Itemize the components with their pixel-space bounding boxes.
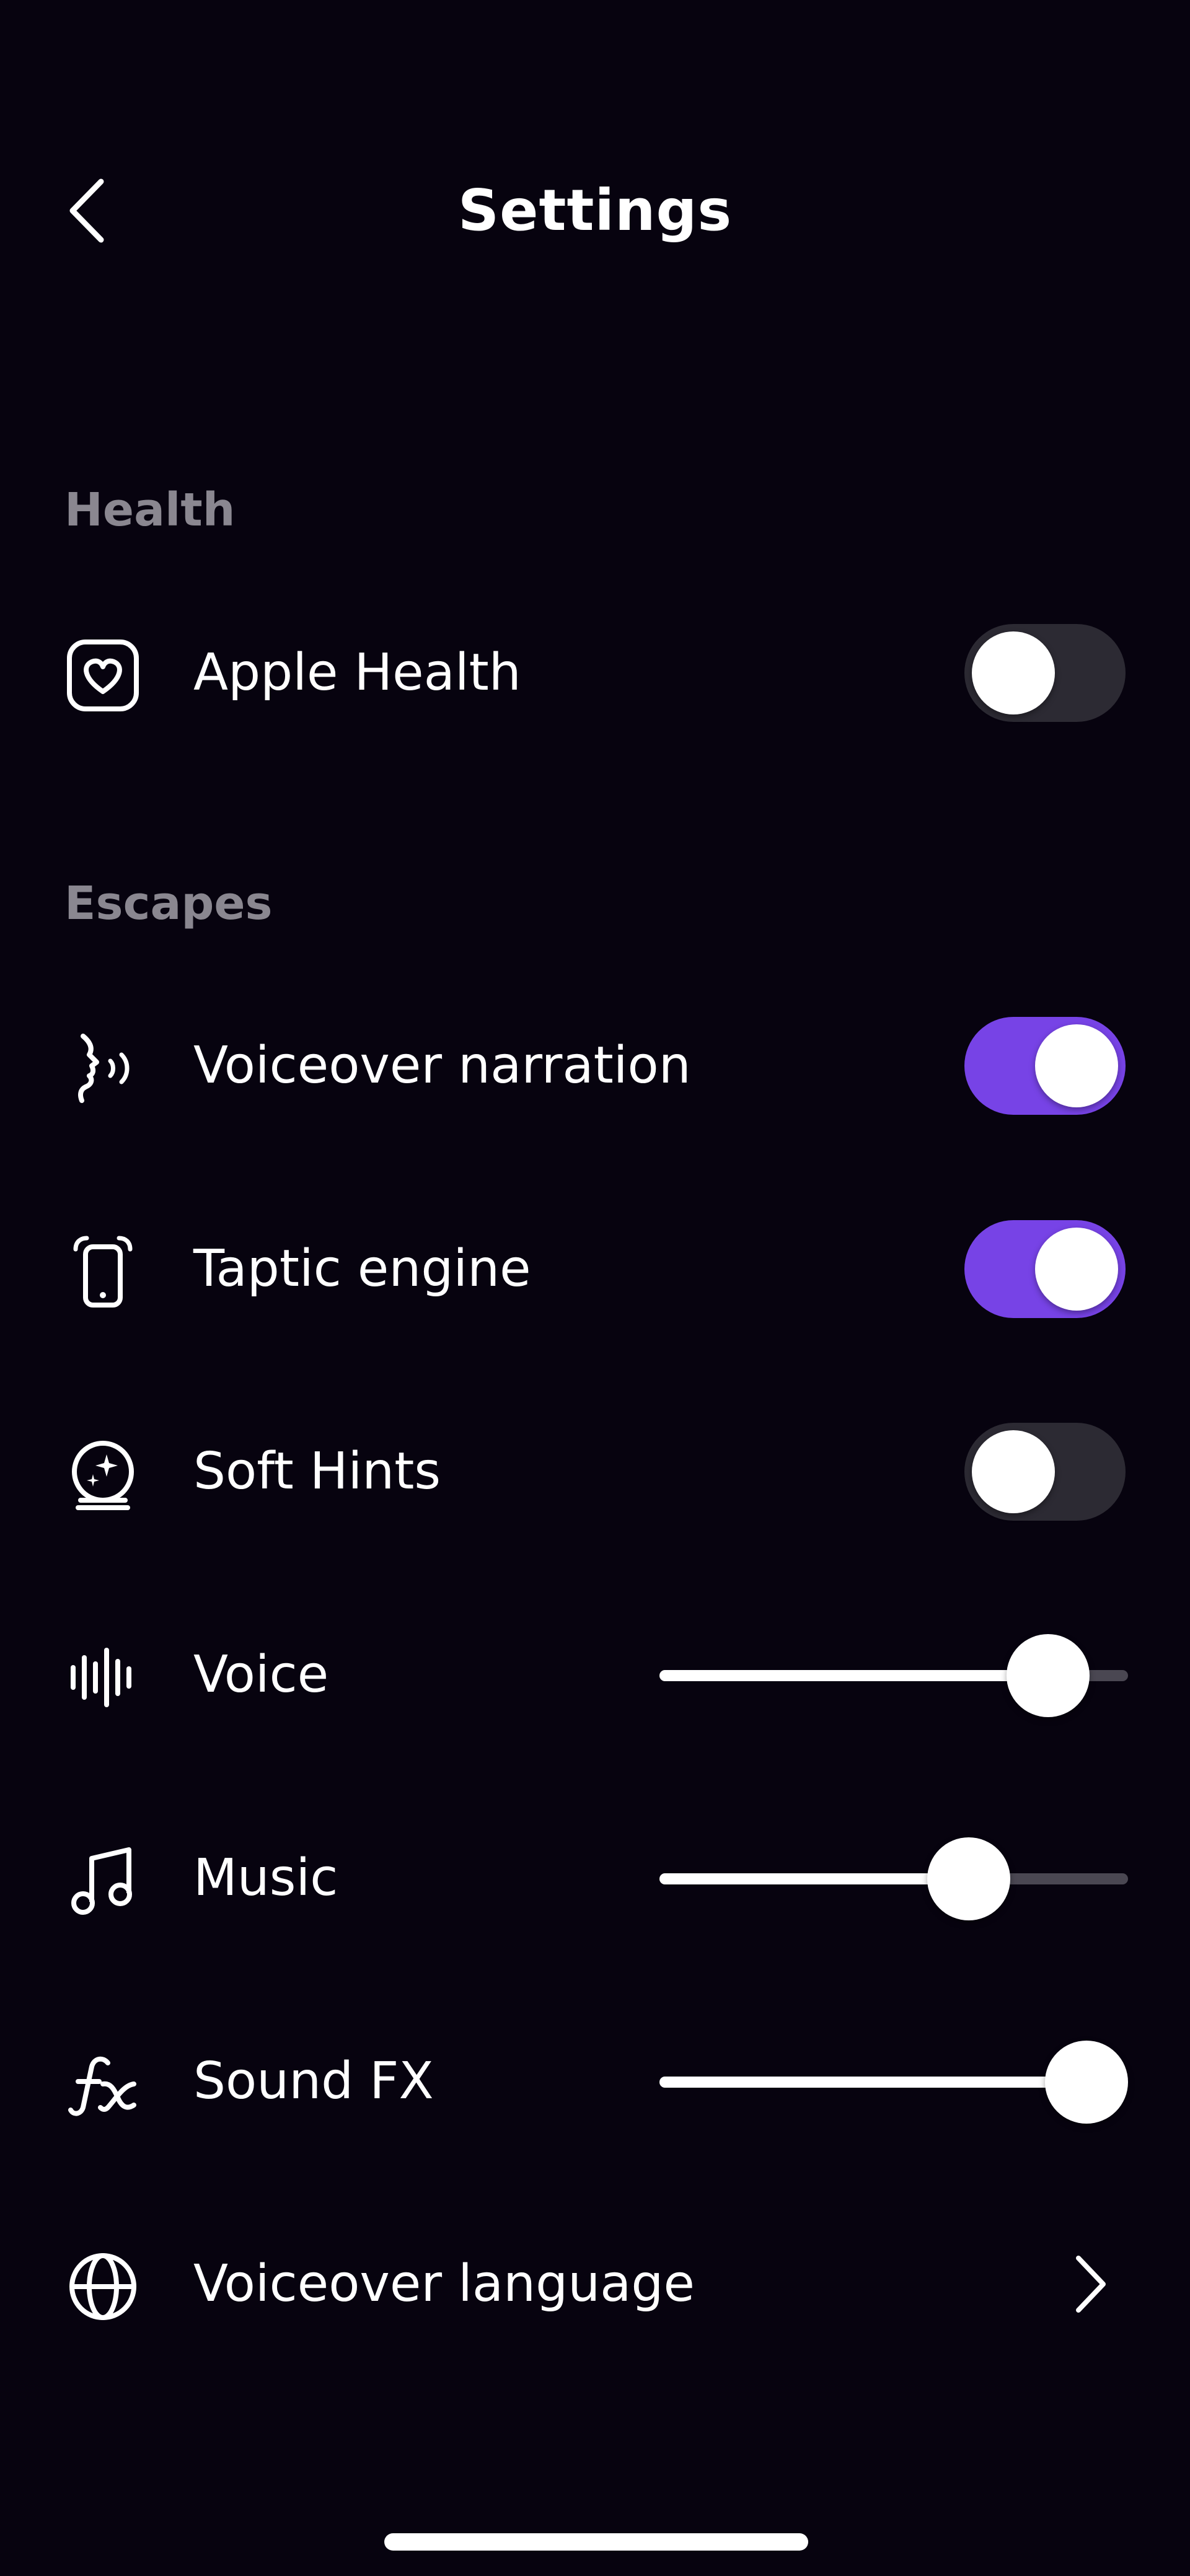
setting-row-voice: Voice — [0, 1613, 1190, 1737]
setting-label-voiceover-language: Voiceover language — [193, 2254, 695, 2313]
setting-label-voice: Voice — [193, 1645, 329, 1704]
setting-row-voiceover-language[interactable]: Voiceover language — [0, 2222, 1190, 2346]
setting-label-taptic-engine: Taptic engine — [193, 1239, 531, 1298]
toggle-knob — [972, 631, 1055, 714]
home-indicator — [384, 2533, 808, 2551]
slider-fill — [659, 1670, 1049, 1681]
toggle-knob — [1035, 1228, 1118, 1311]
voice-volume-slider[interactable] — [659, 1634, 1128, 1717]
speaking-head-icon — [64, 1030, 141, 1107]
fx-icon — [64, 2046, 141, 2122]
page-title: Settings — [457, 177, 733, 244]
soft-hints-toggle[interactable] — [964, 1423, 1126, 1521]
setting-label-music: Music — [193, 1848, 338, 1907]
vibrating-phone-icon — [64, 1233, 141, 1310]
setting-label-soft-hints: Soft Hints — [193, 1442, 441, 1501]
apple-health-toggle[interactable] — [964, 624, 1126, 722]
heart-square-icon — [64, 637, 141, 714]
music-note-icon — [64, 1842, 141, 1919]
slider-thumb[interactable] — [1045, 2041, 1128, 2124]
slider-fill — [659, 2077, 1086, 2088]
voiceover-narration-toggle[interactable] — [964, 1017, 1126, 1115]
setting-row-voiceover-narration: Voiceover narration — [0, 1004, 1190, 1128]
section-label-health: Health — [64, 483, 236, 537]
setting-label-sound-fx: Sound FX — [193, 2052, 434, 2111]
setting-label-voiceover-narration: Voiceover narration — [193, 1036, 691, 1095]
globe-icon — [64, 2248, 141, 2325]
setting-row-sound-fx: Sound FX — [0, 2020, 1190, 2143]
slider-fill — [659, 1873, 969, 1884]
sound-fx-volume-slider[interactable] — [659, 2041, 1128, 2124]
setting-row-soft-hints: Soft Hints — [0, 1410, 1190, 1534]
setting-row-taptic-engine: Taptic engine — [0, 1207, 1190, 1331]
header-bar: Settings — [0, 155, 1190, 266]
music-volume-slider[interactable] — [659, 1837, 1128, 1920]
crystal-ball-icon — [64, 1436, 141, 1513]
section-label-escapes: Escapes — [64, 877, 273, 930]
toggle-knob — [972, 1430, 1055, 1513]
setting-label-apple-health: Apple Health — [193, 643, 521, 702]
taptic-engine-toggle[interactable] — [964, 1220, 1126, 1318]
setting-row-apple-health: Apple Health — [0, 611, 1190, 735]
waveform-icon — [64, 1639, 141, 1716]
slider-thumb[interactable] — [927, 1837, 1010, 1920]
toggle-knob — [1035, 1024, 1118, 1107]
chevron-right-icon — [1060, 2247, 1122, 2321]
setting-row-music: Music — [0, 1816, 1190, 1940]
slider-thumb[interactable] — [1007, 1634, 1090, 1717]
